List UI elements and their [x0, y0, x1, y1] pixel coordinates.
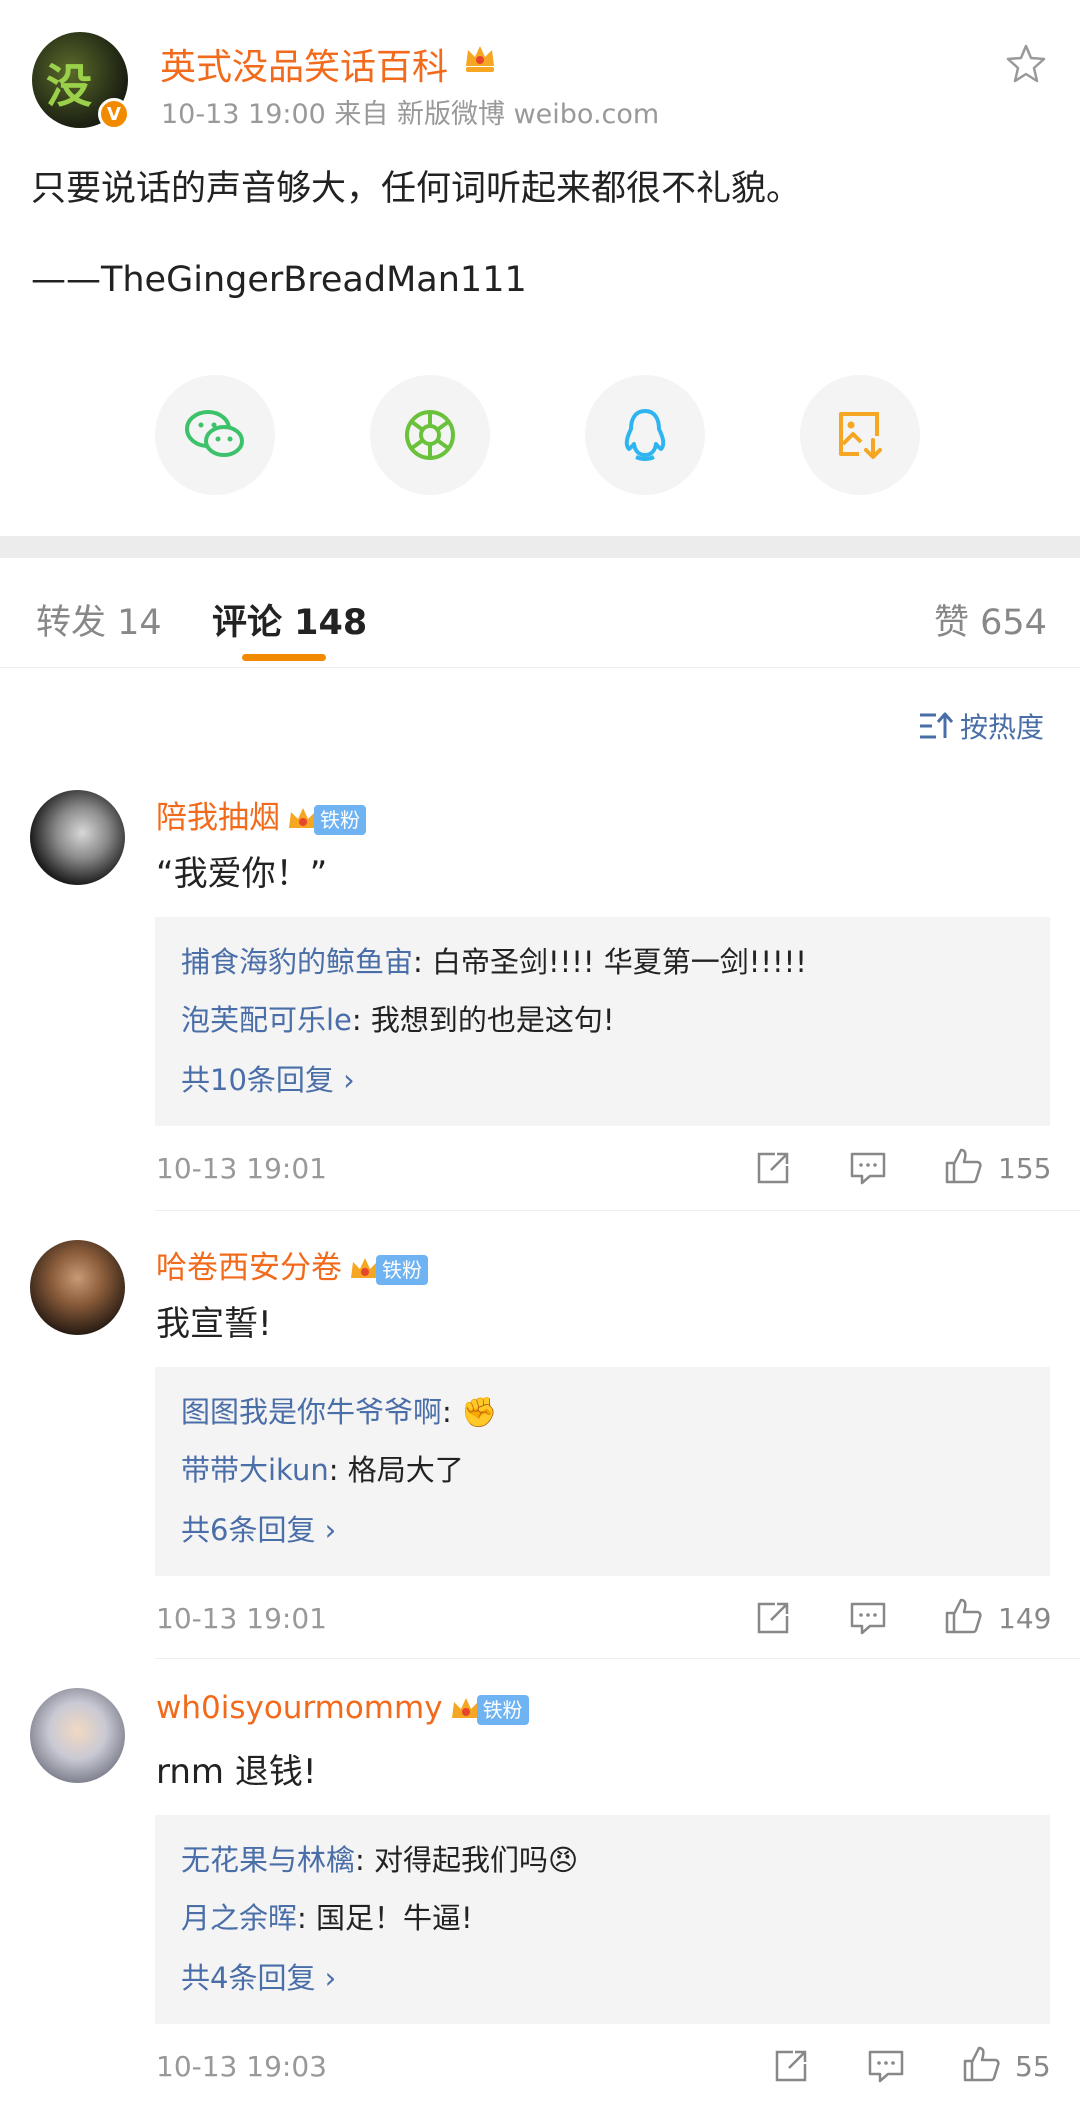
- reply-author[interactable]: 无花果与林檎: [181, 1843, 355, 1877]
- qq-icon: [624, 409, 666, 461]
- comment-separator: [155, 1658, 1080, 1659]
- commenter-name[interactable]: wh0isyourmommy 铁粉: [156, 1690, 529, 1727]
- like-count: 55: [1015, 2050, 1051, 2083]
- comment-icon[interactable]: [866, 2046, 906, 2086]
- sort-label: 按热度: [960, 711, 1045, 744]
- active-tab-indicator: [242, 654, 326, 661]
- reply-text: : 我想到的也是这句!: [351, 1003, 615, 1037]
- fan-tag: 铁粉: [476, 1694, 529, 1725]
- fan-badge: 铁粉: [348, 1253, 428, 1287]
- favorite-star-icon[interactable]: [1005, 42, 1047, 84]
- reply-author[interactable]: 捕食海豹的鲸鱼宙: [181, 945, 413, 979]
- reply-box[interactable]: 无花果与林檎: 对得起我们吗😠 月之余晖: 国足！牛逼! 共4条回复 ›: [155, 1815, 1050, 2024]
- reply-author[interactable]: 泡芙配可乐le: [181, 1003, 352, 1037]
- chevron-right-icon: ›: [324, 1961, 337, 1995]
- save-image-icon: [839, 412, 882, 459]
- reply-text: : ✊: [442, 1395, 498, 1429]
- more-replies-label: 共4条回复: [181, 1961, 316, 1995]
- crown-icon: [466, 46, 494, 72]
- tab-likes[interactable]: 赞 654: [934, 594, 1047, 645]
- reply-line: 无花果与林檎: 对得起我们吗😠: [181, 1837, 578, 1879]
- fan-tag: 铁粉: [376, 1254, 428, 1285]
- repost-icon[interactable]: [753, 1598, 793, 1638]
- chevron-right-icon: ›: [324, 1513, 337, 1547]
- commenter-name-text: 哈卷西安分卷: [156, 1250, 342, 1286]
- comment-icon[interactable]: [848, 1148, 888, 1188]
- share-row: [0, 375, 1080, 495]
- reply-line: 图图我是你牛爷爷啊: ✊: [181, 1389, 497, 1431]
- commenter-name-text: wh0isyourmommy: [156, 1690, 443, 1726]
- like-count: 155: [998, 1152, 1052, 1185]
- comment-item: wh0isyourmommy 铁粉 rnm 退钱! 无花果与林檎: 对得起我们吗…: [0, 1688, 1080, 2104]
- share-wechat-button[interactable]: [155, 375, 275, 495]
- reply-text: : 白帝圣剑!!!! 华夏第一剑!!!!!: [413, 945, 807, 979]
- post-card: 没 V 英式没品笑话百科 10-13 19:00 来自 新版微博 weibo.c…: [0, 0, 1080, 536]
- repost-icon[interactable]: [771, 2046, 811, 2086]
- share-qq-button[interactable]: [585, 375, 705, 495]
- comment-icon[interactable]: [848, 1598, 888, 1638]
- repost-icon[interactable]: [753, 1148, 793, 1188]
- sort-icon: [920, 712, 954, 739]
- fan-badge: 铁粉: [286, 803, 366, 837]
- reply-text: : 对得起我们吗😠: [355, 1843, 579, 1877]
- commenter-avatar[interactable]: [30, 1688, 125, 1783]
- sort-by-hot-button[interactable]: 按热度: [918, 706, 1044, 746]
- reply-box[interactable]: 图图我是你牛爷爷啊: ✊ 带带大ikun: 格局大了 共6条回复 ›: [155, 1367, 1050, 1576]
- section-divider: [0, 536, 1080, 558]
- post-author-name[interactable]: 英式没品笑话百科: [160, 38, 448, 90]
- reply-box[interactable]: 捕食海豹的鲸鱼宙: 白帝圣剑!!!! 华夏第一剑!!!!! 泡芙配可乐le: 我…: [155, 917, 1050, 1126]
- commenter-avatar[interactable]: [30, 790, 125, 885]
- more-replies-label: 共6条回复: [181, 1513, 316, 1547]
- comment-time: 10-13 19:01: [156, 1152, 327, 1185]
- more-replies-label: 共10条回复: [181, 1063, 334, 1097]
- save-image-button[interactable]: [800, 375, 920, 495]
- commenter-avatar[interactable]: [30, 1240, 125, 1335]
- comment-text: “我爱你！”: [156, 854, 328, 894]
- like-icon[interactable]: [943, 1146, 983, 1186]
- more-replies-link[interactable]: 共4条回复 ›: [181, 1955, 336, 1997]
- comment-separator: [155, 1210, 1080, 1211]
- comment-time: 10-13 19:03: [156, 2050, 327, 2083]
- reply-author[interactable]: 图图我是你牛爷爷啊: [181, 1395, 442, 1429]
- comment-text: rnm 退钱!: [156, 1752, 317, 1792]
- fan-badge: 铁粉: [449, 1693, 529, 1727]
- commenter-name-text: 陪我抽烟: [156, 800, 280, 836]
- reply-line: 泡芙配可乐le: 我想到的也是这句!: [181, 997, 615, 1039]
- commenter-name[interactable]: 哈卷西安分卷 铁粉: [156, 1242, 428, 1287]
- comment-text: 我宣誓!: [156, 1304, 272, 1344]
- more-replies-link[interactable]: 共6条回复 ›: [181, 1507, 336, 1549]
- post-meta: 10-13 19:00 来自 新版微博 weibo.com: [161, 99, 660, 130]
- comment-item: 哈卷西安分卷 铁粉 我宣誓! 图图我是你牛爷爷啊: ✊ 带带大ikun: 格局大…: [0, 1240, 1080, 1660]
- wechat-icon: [185, 410, 244, 457]
- like-icon[interactable]: [961, 2044, 1001, 2084]
- like-count: 149: [998, 1602, 1052, 1635]
- commenter-name[interactable]: 陪我抽烟 铁粉: [156, 792, 366, 837]
- avatar-glyph: 没: [46, 59, 92, 113]
- tab-comments[interactable]: 评论 148: [212, 594, 367, 645]
- comment-time: 10-13 19:01: [156, 1602, 327, 1635]
- reply-line: 带带大ikun: 格局大了: [181, 1447, 464, 1489]
- share-moments-button[interactable]: [370, 375, 490, 495]
- reply-line: 捕食海豹的鲸鱼宙: 白帝圣剑!!!! 华夏第一剑!!!!!: [181, 939, 807, 981]
- tab-repost[interactable]: 转发 14: [36, 594, 162, 645]
- chevron-right-icon: ›: [343, 1063, 355, 1097]
- tab-bar: 转发 14 评论 148 赞 654: [0, 558, 1080, 668]
- moments-icon: [405, 410, 455, 460]
- reply-text: : 格局大了: [328, 1453, 464, 1487]
- reply-text: : 国足！牛逼!: [297, 1901, 473, 1935]
- post-text: 只要说话的声音够大，任何词听起来都很不礼貌。: [31, 169, 802, 209]
- more-replies-link[interactable]: 共10条回复 ›: [181, 1057, 355, 1099]
- verified-badge-icon: V: [98, 98, 130, 130]
- like-icon[interactable]: [943, 1596, 983, 1636]
- comment-item: 陪我抽烟 铁粉 “我爱你！” 捕食海豹的鲸鱼宙: 白帝圣剑!!!! 华夏第一剑!…: [0, 790, 1080, 1210]
- fan-tag: 铁粉: [314, 804, 366, 835]
- reply-author[interactable]: 带带大ikun: [181, 1453, 329, 1487]
- reply-author[interactable]: 月之余晖: [181, 1901, 297, 1935]
- reply-line: 月之余晖: 国足！牛逼!: [181, 1895, 473, 1937]
- post-source-line: ——TheGingerBreadMan111: [31, 260, 527, 300]
